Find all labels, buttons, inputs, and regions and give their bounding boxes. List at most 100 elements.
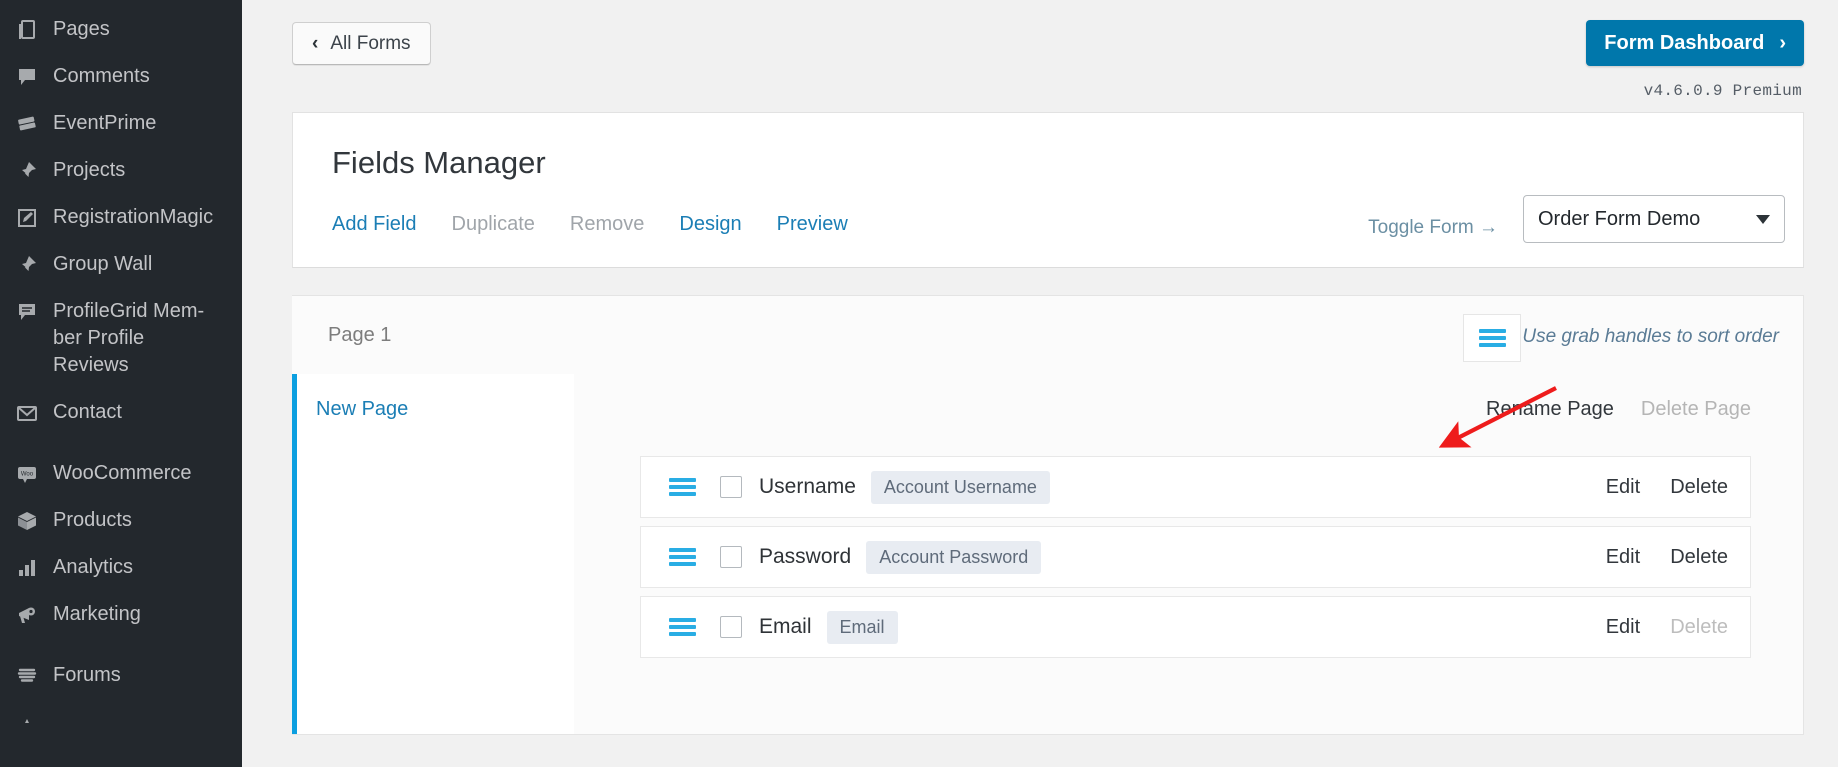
tab-duplicate[interactable]: Duplicate: [452, 213, 570, 236]
table-row[interactable]: Password Account Password Edit Delete: [640, 526, 1751, 588]
sidebar-item-forums[interactable]: Forums: [0, 652, 242, 699]
page-side-panel: New Page: [292, 374, 574, 734]
form-dashboard-label: Form Dashboard: [1604, 31, 1765, 54]
sidebar-item-comments[interactable]: Comments: [0, 53, 242, 100]
field-operations: Edit Delete: [1606, 476, 1728, 499]
marketing-icon: [14, 601, 40, 628]
field-badge: Account Username: [870, 470, 1050, 504]
svg-text:Woo: Woo: [21, 471, 34, 477]
registrationmagic-icon: [14, 204, 40, 231]
field-operations: Edit Delete: [1606, 616, 1728, 639]
sidebar-item-label: Pages: [53, 18, 110, 40]
grab-handle-icon[interactable]: [669, 618, 696, 636]
all-forms-button[interactable]: ‹ All Forms: [292, 22, 431, 65]
grab-hint-text: Use grab handles to sort order: [1522, 326, 1779, 347]
hamburger-icon: [1478, 329, 1506, 347]
sidebar-item-analytics[interactable]: Analytics: [0, 544, 242, 591]
form-select[interactable]: Order Form Demo: [1523, 195, 1785, 243]
sidebar-item-eventprime[interactable]: EventPrime: [0, 100, 242, 147]
edit-field-button[interactable]: Edit: [1606, 546, 1640, 569]
sidebar-item-label: Analytics: [53, 556, 134, 578]
comments-icon: [14, 63, 40, 90]
page-title: Fields Manager: [332, 145, 546, 180]
tab-remove[interactable]: Remove: [570, 213, 679, 236]
delete-field-button: Delete: [1670, 615, 1728, 638]
tab-preview[interactable]: Preview: [777, 213, 883, 236]
sidebar-item-label: Products: [53, 509, 132, 531]
partial-icon: [14, 709, 40, 736]
field-badge: Account Password: [866, 540, 1042, 574]
sidebar-item-contact[interactable]: Contact: [0, 389, 242, 436]
sidebar-item-label: EventPrime: [53, 112, 157, 134]
sidebar-item-label: RegistrationMagic: [53, 206, 214, 228]
sidebar-item-label: ProfileGrid Mem- ber Profile Reviews: [53, 300, 205, 376]
field-label: Email: [759, 615, 812, 638]
page-panel: Page 1 Use grab handles to sort order Ne…: [292, 295, 1804, 735]
admin-sidebar: Pages Comments EventPrime Projects Regis: [0, 0, 242, 767]
sidebar-item-label: Forums: [53, 664, 121, 686]
sidebar-item-products[interactable]: Products: [0, 497, 242, 544]
sidebar-item-label: Contact: [53, 401, 122, 423]
page-header: Page 1 Use grab handles to sort order: [292, 296, 1803, 374]
sidebar-item-woocommerce[interactable]: Woo WooCommerce: [0, 450, 242, 497]
sidebar-item-projects[interactable]: Projects: [0, 147, 242, 194]
eventprime-icon: [14, 110, 40, 137]
grab-handle-icon[interactable]: [1463, 314, 1521, 362]
page-body: New Page Rename Page Delete Page Usernam…: [292, 374, 1803, 734]
main-content: ‹ All Forms Form Dashboard › v4.6.0.9 Pr…: [242, 0, 1838, 767]
field-badge: Email: [826, 610, 898, 644]
forums-icon: [14, 662, 40, 689]
analytics-icon: [14, 554, 40, 581]
sidebar-item-label: WooCommerce: [53, 462, 192, 484]
sidebar-item-pages[interactable]: Pages: [0, 6, 242, 53]
grab-handle-icon[interactable]: [669, 548, 696, 566]
table-row[interactable]: Username Account Username Edit Delete: [640, 456, 1751, 518]
sidebar-item-label: Comments: [53, 65, 150, 87]
page-topbar: ‹ All Forms Form Dashboard › v4.6.0.9 Pr…: [242, 0, 1838, 112]
page-actions: Rename Page Delete Page: [1486, 398, 1751, 421]
envelope-icon: [14, 399, 40, 426]
rename-page-button[interactable]: Rename Page: [1486, 398, 1614, 421]
fields-list: Username Account Username Edit Delete Pa…: [640, 456, 1751, 666]
sidebar-item-label: Projects: [53, 159, 126, 181]
sidebar-item-label: Marketing: [53, 603, 141, 625]
form-select-value: Order Form Demo: [1538, 207, 1701, 230]
field-label: Username: [759, 475, 856, 498]
edit-field-button[interactable]: Edit: [1606, 616, 1640, 639]
pin-icon: [14, 157, 40, 184]
form-dashboard-button[interactable]: Form Dashboard ›: [1586, 20, 1804, 66]
sidebar-item-label: Group Wall: [53, 253, 153, 275]
all-forms-label: All Forms: [330, 32, 411, 54]
sidebar-item-group-wall[interactable]: Group Wall: [0, 241, 242, 288]
field-checkbox[interactable]: [720, 476, 742, 498]
sidebar-item-registrationmagic[interactable]: RegistrationMagic: [0, 194, 242, 241]
edit-field-button[interactable]: Edit: [1606, 476, 1640, 499]
field-operations: Edit Delete: [1606, 546, 1728, 569]
fields-manager-tabs: Add Field Duplicate Remove Design Previe…: [332, 213, 883, 236]
tab-add-field[interactable]: Add Field: [332, 213, 452, 236]
delete-field-button[interactable]: Delete: [1670, 546, 1728, 569]
chevron-down-icon: [1756, 214, 1770, 224]
pin-icon: [14, 251, 40, 278]
field-checkbox[interactable]: [720, 546, 742, 568]
delete-field-button[interactable]: Delete: [1670, 476, 1728, 499]
new-page-link[interactable]: New Page: [316, 398, 408, 420]
tab-design[interactable]: Design: [679, 213, 776, 236]
table-row[interactable]: Email Email Edit Delete: [640, 596, 1751, 658]
chevron-right-icon: ›: [1779, 32, 1786, 54]
products-icon: [14, 507, 40, 534]
sidebar-item-marketing[interactable]: Marketing: [0, 591, 242, 638]
sidebar-item-partial[interactable]: [0, 699, 242, 746]
delete-page-button[interactable]: Delete Page: [1641, 398, 1751, 421]
grab-handle-icon[interactable]: [669, 478, 696, 496]
field-checkbox[interactable]: [720, 616, 742, 638]
sidebar-item-profilegrid-reviews[interactable]: ProfileGrid Mem- ber Profile Reviews: [0, 288, 242, 389]
page-name-label: Page 1: [328, 324, 392, 346]
chevron-left-icon: ‹: [312, 33, 319, 54]
fields-manager-card: Fields Manager Add Field Duplicate Remov…: [292, 112, 1804, 268]
profilegrid-icon: [14, 298, 40, 325]
pages-icon: [14, 16, 40, 43]
toggle-form-link[interactable]: Toggle Form →: [1368, 217, 1498, 239]
page-main-area: Rename Page Delete Page Username Account…: [574, 374, 1803, 734]
app-screen: Pages Comments EventPrime Projects Regis: [0, 0, 1838, 767]
